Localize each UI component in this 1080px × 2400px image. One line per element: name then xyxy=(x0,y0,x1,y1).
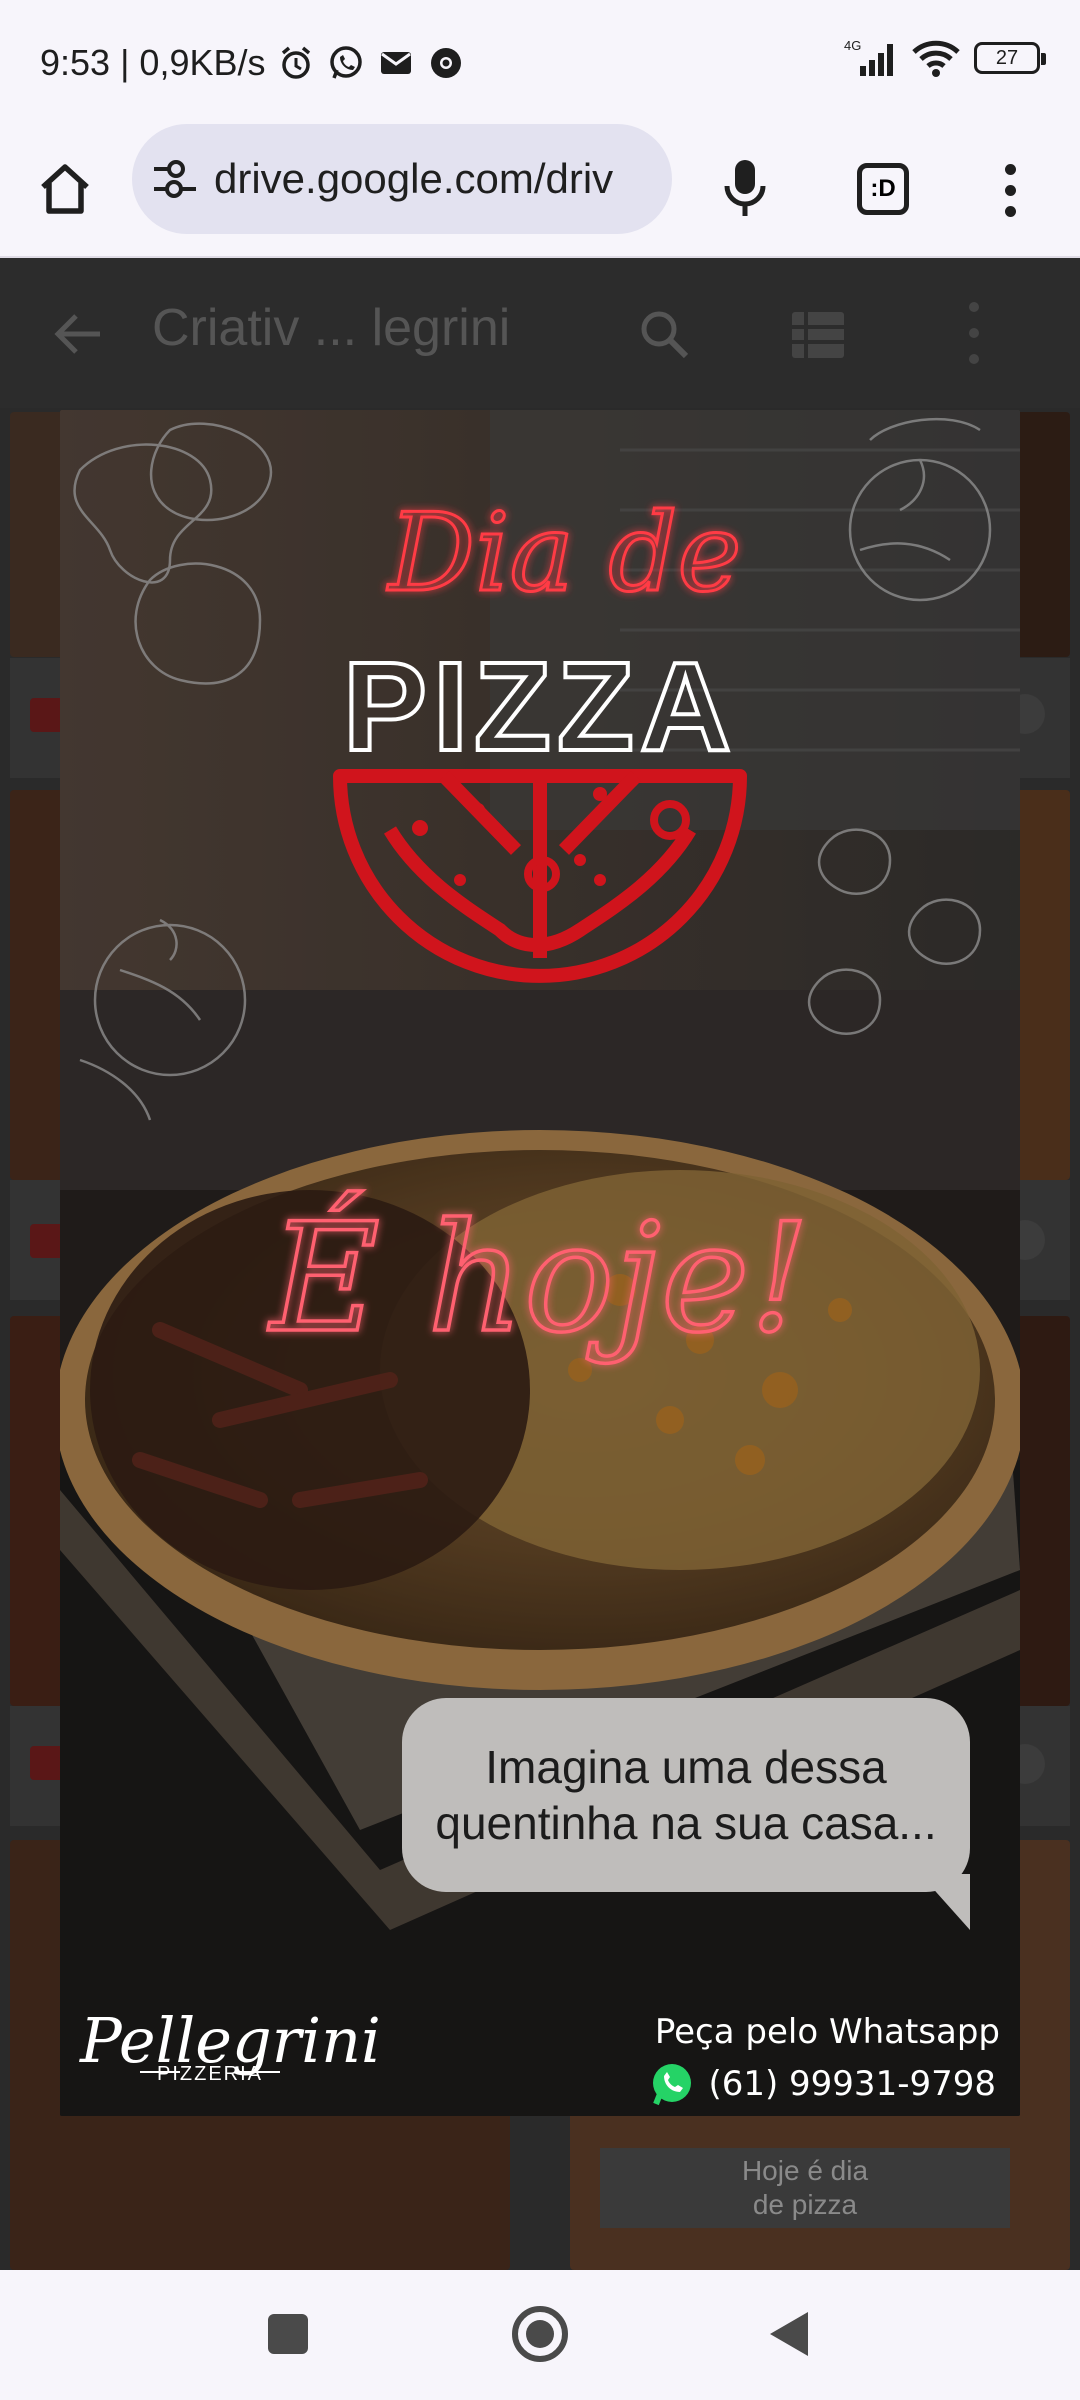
bubble-line: quentinha na sua casa... xyxy=(435,1797,937,1849)
url-text[interactable]: drive.google.com/driv xyxy=(214,155,613,203)
drive-more-button[interactable] xyxy=(962,302,986,364)
list-view-icon[interactable] xyxy=(790,310,846,360)
image-type-icon xyxy=(30,1746,64,1780)
search-icon[interactable] xyxy=(636,306,692,362)
phone-number: (61) 99931-9798 xyxy=(708,2064,996,2104)
menu-dot xyxy=(1004,205,1016,217)
folder-title: Criativ ... legrini xyxy=(152,299,511,357)
headline-script: Dia de xyxy=(387,491,742,616)
back-arrow-icon[interactable] xyxy=(50,306,106,362)
image-type-icon xyxy=(30,1224,64,1258)
menu-dot xyxy=(969,354,979,364)
headline-main: PIZZA xyxy=(343,636,737,777)
whatsapp-phone-row: (61) 99931-9798 xyxy=(650,2062,996,2106)
menu-dot xyxy=(1004,163,1016,175)
recents-button[interactable] xyxy=(268,2314,308,2354)
browser-menu-button[interactable] xyxy=(980,150,1040,230)
alarm-icon xyxy=(276,43,316,83)
signal-icon: 4G xyxy=(844,38,898,78)
status-left: 9:53 | 0,9KB/s xyxy=(40,42,466,84)
chrome-icon xyxy=(426,43,466,83)
menu-dot xyxy=(1004,184,1016,196)
status-bar: 9:53 | 0,9KB/s 4G 27 xyxy=(0,0,1080,124)
voice-search-button[interactable] xyxy=(710,148,780,228)
file-caption-line: de pizza xyxy=(752,2189,858,2220)
site-settings-icon[interactable] xyxy=(152,159,198,199)
network-label: 4G xyxy=(844,38,861,53)
home-button[interactable] xyxy=(30,154,100,224)
system-nav-bar xyxy=(0,2270,1080,2400)
whatsapp-icon xyxy=(653,2064,692,2106)
battery-indicator: 27 xyxy=(974,42,1046,74)
whatsapp-icon xyxy=(326,43,366,83)
browser-toolbar: drive.google.com/driv :D xyxy=(0,124,1080,258)
speech-bubble-tail xyxy=(920,1874,970,1930)
url-bar[interactable]: drive.google.com/driv xyxy=(132,124,672,234)
menu-dot xyxy=(969,328,979,338)
nav-back-button[interactable] xyxy=(770,2312,808,2356)
whatsapp-cta: Peça pelo Whatsapp xyxy=(654,2012,1000,2052)
tagline-script: É hoje! xyxy=(267,1191,810,1366)
drive-toolbar: Criativ ... legrini xyxy=(0,258,1080,408)
tab-count: :D xyxy=(857,163,909,215)
status-right: 4G 27 xyxy=(844,38,1046,78)
file-caption-line: Hoje é dia xyxy=(741,2155,869,2186)
speech-bubble: Imagina uma dessa quentinha na sua casa.… xyxy=(402,1698,970,1892)
nav-home-button[interactable] xyxy=(512,2306,568,2362)
menu-dot xyxy=(969,302,979,312)
image-preview[interactable]: Dia de PIZZA É hoje! Pellegrini PIZZERIA… xyxy=(60,410,1020,2116)
status-time: 9:53 | 0,9KB/s xyxy=(40,42,266,83)
file-caption: Hoje é dia de pizza xyxy=(600,2148,1010,2228)
mail-icon xyxy=(376,43,416,83)
logo-sub: PIZZERIA xyxy=(157,2063,263,2085)
microphone-icon xyxy=(724,160,766,216)
home-icon xyxy=(41,164,89,214)
image-type-icon xyxy=(30,698,64,732)
bubble-line: Imagina uma dessa xyxy=(485,1741,887,1793)
wifi-icon xyxy=(912,38,960,78)
tab-switcher-button[interactable]: :D xyxy=(848,154,918,224)
